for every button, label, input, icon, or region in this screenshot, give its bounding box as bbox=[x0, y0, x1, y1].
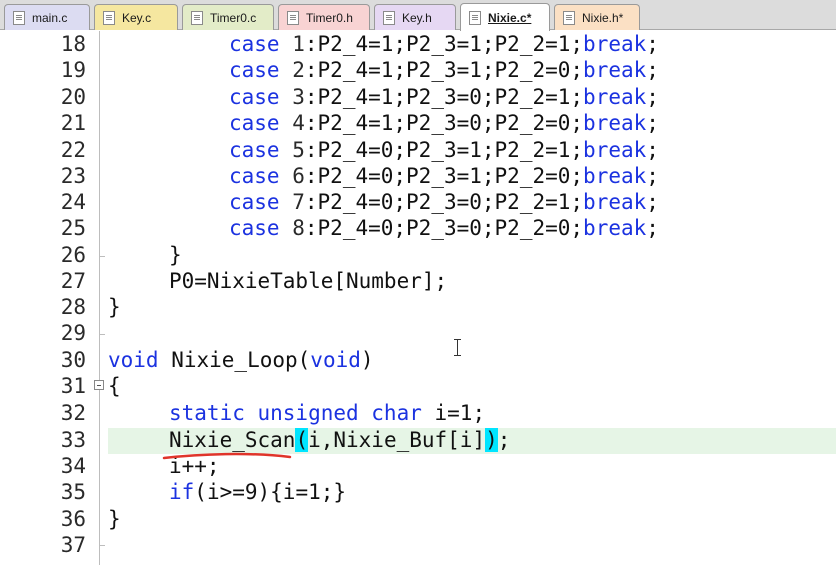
line-number: 37 bbox=[60, 533, 86, 557]
line-number: 36 bbox=[60, 507, 86, 531]
editor-tab-bar: main.c Key.c Timer0.c Timer0.h Key.h Nix… bbox=[0, 0, 836, 31]
fold-marker bbox=[99, 545, 105, 546]
text-cursor-icon bbox=[454, 339, 461, 356]
code-line-35: if(i>=9){i=1;} bbox=[169, 480, 347, 504]
code-line-28: } bbox=[108, 295, 121, 319]
tab-nixie-h[interactable]: Nixie.h* bbox=[554, 4, 640, 30]
code-line-27: P0=NixieTable[Number]; bbox=[169, 269, 448, 293]
line-number: 34 bbox=[60, 454, 86, 478]
tab-timer0-h[interactable]: Timer0.h bbox=[278, 4, 370, 30]
line-number: 26 bbox=[60, 243, 86, 267]
file-icon bbox=[563, 10, 575, 25]
tab-label: Nixie.c* bbox=[488, 10, 532, 25]
file-icon bbox=[13, 10, 25, 25]
matching-brace: ) bbox=[485, 428, 498, 452]
file-icon bbox=[287, 10, 299, 25]
code-line-19: case 2:P2_4=1;P2_3=1;P2_2=0;break; bbox=[229, 58, 659, 82]
line-number: 32 bbox=[60, 401, 86, 425]
line-number: 20 bbox=[60, 85, 86, 109]
code-line-25: case 8:P2_4=0;P2_3=0;P2_2=0;break; bbox=[229, 216, 659, 240]
fold-marker bbox=[99, 256, 105, 257]
line-number: 31 bbox=[60, 374, 86, 398]
tab-nixie-c[interactable]: Nixie.c* bbox=[460, 3, 550, 31]
code-line-31: { bbox=[108, 374, 121, 398]
tab-label: Timer0.c bbox=[210, 10, 257, 25]
line-number: 18 bbox=[60, 32, 86, 56]
line-number: 24 bbox=[60, 190, 86, 214]
line-number: 29 bbox=[60, 321, 86, 345]
code-line-20: case 3:P2_4=1;P2_3=0;P2_2=1;break; bbox=[229, 85, 659, 109]
code-line-26: } bbox=[169, 243, 182, 267]
tab-key-c[interactable]: Key.c bbox=[94, 4, 178, 30]
fold-collapse-icon[interactable] bbox=[94, 380, 104, 390]
code-line-30: void Nixie_Loop(void) bbox=[108, 348, 374, 372]
line-number: 23 bbox=[60, 164, 86, 188]
tab-label: Key.c bbox=[122, 10, 152, 25]
line-number: 28 bbox=[60, 295, 86, 319]
tab-timer0-c[interactable]: Timer0.c bbox=[182, 4, 274, 30]
line-number: 22 bbox=[60, 138, 86, 162]
line-number: 27 bbox=[60, 269, 86, 293]
fold-marker bbox=[99, 334, 105, 335]
code-line-32: static unsigned char i=1; bbox=[169, 401, 486, 425]
tab-main-c[interactable]: main.c bbox=[4, 4, 90, 30]
red-underline-annotation bbox=[162, 452, 292, 460]
line-number: 30 bbox=[60, 348, 86, 372]
line-number: 21 bbox=[60, 111, 86, 135]
tab-label: Timer0.h bbox=[306, 10, 353, 25]
file-icon bbox=[383, 10, 395, 25]
file-icon bbox=[103, 10, 115, 25]
code-line-21: case 4:P2_4=1;P2_3=0;P2_2=0;break; bbox=[229, 111, 659, 135]
line-number: 25 bbox=[60, 216, 86, 240]
code-line-24: case 7:P2_4=0;P2_3=0;P2_2=1;break; bbox=[229, 190, 659, 214]
code-line-22: case 5:P2_4=0;P2_3=1;P2_2=1;break; bbox=[229, 138, 659, 162]
line-number: 33 bbox=[60, 428, 86, 452]
file-icon bbox=[469, 10, 481, 25]
code-line-36: } bbox=[108, 507, 121, 531]
line-number: 19 bbox=[60, 58, 86, 82]
tab-label: Key.h bbox=[402, 10, 432, 25]
code-line-23: case 6:P2_4=0;P2_3=1;P2_2=0;break; bbox=[229, 164, 659, 188]
tab-label: main.c bbox=[32, 10, 68, 25]
code-line-18: case 1:P2_4=1;P2_3=1;P2_2=1;break; bbox=[229, 32, 659, 56]
tab-key-h[interactable]: Key.h bbox=[374, 4, 456, 30]
tab-label: Nixie.h* bbox=[582, 10, 624, 25]
line-number: 35 bbox=[60, 480, 86, 504]
file-icon bbox=[191, 10, 203, 25]
